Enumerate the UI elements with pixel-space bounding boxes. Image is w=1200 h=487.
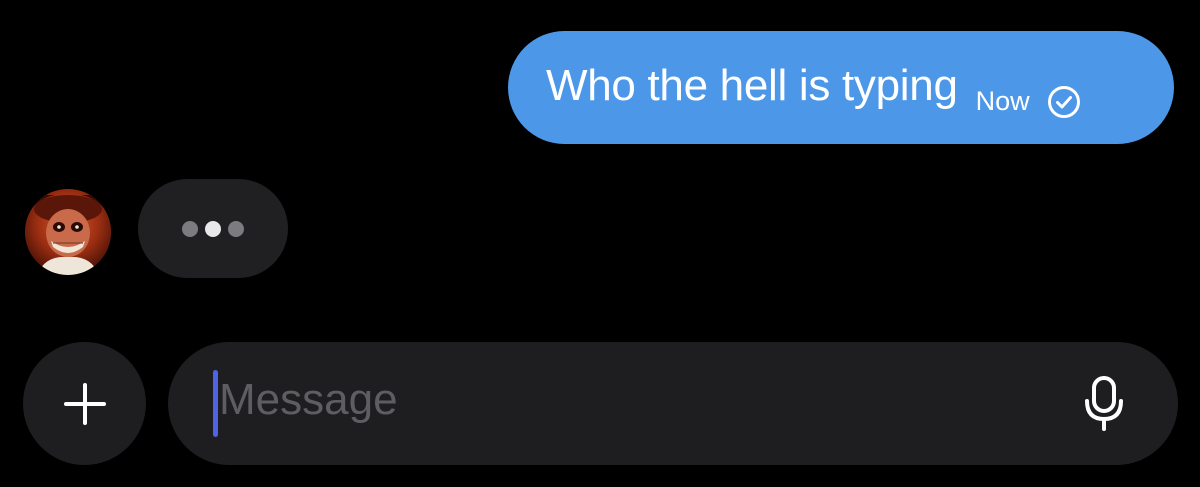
typing-dot <box>182 220 198 237</box>
avatar-image <box>25 189 111 275</box>
microphone-icon <box>1085 376 1123 431</box>
add-attachment-button[interactable] <box>23 342 146 465</box>
message-meta: Now <box>976 85 1081 119</box>
message-placeholder: Message <box>219 375 398 424</box>
check-circle-icon <box>1047 85 1080 118</box>
message-text: Who the hell is typing <box>546 60 958 110</box>
dictation-button[interactable] <box>1073 373 1135 435</box>
typing-indicator <box>138 179 288 278</box>
message-input[interactable]: Message <box>168 342 1178 465</box>
outgoing-message-bubble[interactable]: Who the hell is typing Now <box>508 31 1174 144</box>
avatar[interactable] <box>25 189 111 275</box>
typing-dot <box>228 220 244 237</box>
plus-icon <box>63 382 106 425</box>
typing-dot <box>205 220 221 237</box>
message-timestamp: Now <box>975 86 1030 116</box>
text-caret <box>213 370 218 437</box>
